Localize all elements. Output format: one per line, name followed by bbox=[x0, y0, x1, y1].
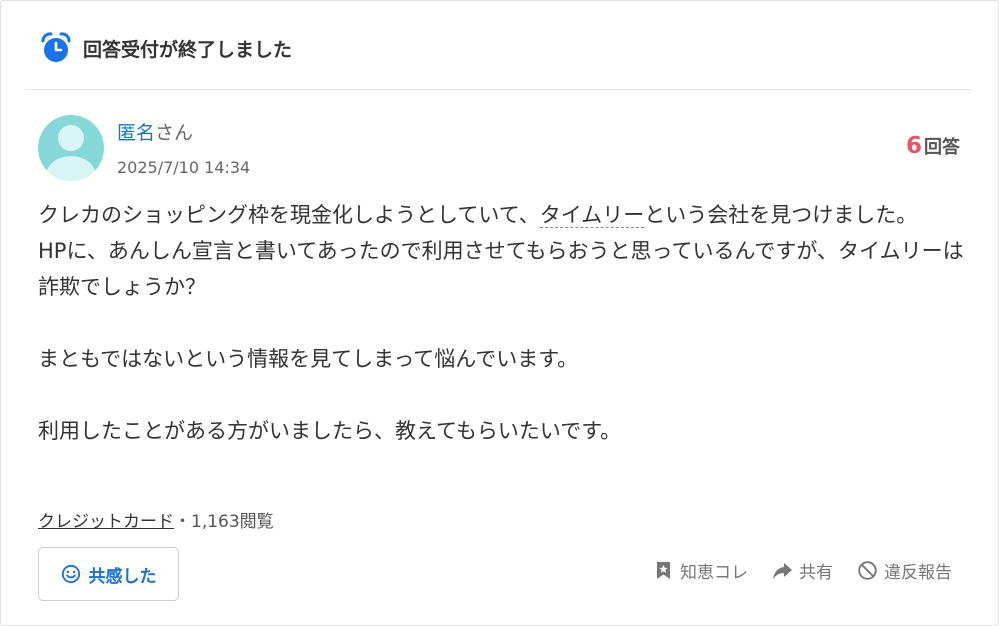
avatar-body bbox=[46, 156, 96, 181]
bookmark-star-icon bbox=[657, 562, 670, 579]
action-bar: 知恵コレ 共有 違反報告 bbox=[629, 558, 952, 583]
question-card: 回答受付が終了しました 匿名さん 2025/7/10 14:34 6 回答 クレ… bbox=[0, 0, 999, 626]
answer-count-number: 6 bbox=[905, 133, 922, 159]
author-name-link[interactable]: 匿名 bbox=[117, 122, 155, 144]
author-suffix: さん bbox=[155, 122, 194, 144]
save-button[interactable]: 知恵コレ bbox=[653, 558, 748, 583]
post-timestamp: 2025/7/10 14:34 bbox=[117, 158, 251, 177]
prohibited-icon bbox=[858, 561, 877, 580]
question-text: クレカのショッピング枠を現金化しようとしていて、 bbox=[38, 203, 540, 227]
question-paragraph: クレカのショッピング枠を現金化しようとしていて、タイムリーという会社を見つけまし… bbox=[38, 197, 968, 233]
alarm-clock-icon bbox=[41, 32, 71, 62]
answer-count[interactable]: 6 回答 bbox=[906, 133, 960, 159]
banner-text: 回答受付が終了しました bbox=[83, 38, 293, 61]
report-button[interactable]: 違反報告 bbox=[857, 558, 952, 583]
question-paragraph: まともではないという情報を見てしまって悩んでいます。 bbox=[38, 347, 579, 371]
avatar bbox=[38, 115, 104, 181]
empathy-button[interactable]: 共感した bbox=[38, 547, 179, 601]
question-paragraph: 利用したことがある方がいましたら、教えてもらいたいです。 bbox=[38, 419, 622, 443]
save-label: 知恵コレ bbox=[680, 563, 748, 583]
divider bbox=[25, 89, 973, 90]
report-label: 違反報告 bbox=[884, 563, 952, 583]
share-label: 共有 bbox=[799, 563, 833, 583]
answer-count-label: 回答 bbox=[924, 137, 960, 158]
question-paragraph: HPに、あんしん宣言と書いてあったので利用させてもらおうと思っているんですが、タ… bbox=[38, 239, 964, 299]
share-arrow-icon bbox=[773, 563, 792, 579]
meta-separator: ・ bbox=[174, 512, 191, 532]
smile-icon bbox=[61, 564, 80, 584]
question-body: クレカのショッピング枠を現金化しようとしていて、タイムリーという会社を見つけまし… bbox=[38, 197, 968, 449]
author-name: 匿名さん bbox=[117, 118, 193, 145]
share-button[interactable]: 共有 bbox=[772, 558, 833, 583]
closed-banner: 回答受付が終了しました bbox=[39, 31, 292, 65]
keyword-link[interactable]: タイムリー bbox=[539, 203, 645, 228]
view-count: 1,163閲覧 bbox=[191, 512, 274, 532]
category-link[interactable]: クレジットカード bbox=[38, 512, 174, 532]
question-meta: クレジットカード・1,163閲覧 bbox=[38, 507, 274, 532]
empathy-label: 共感した bbox=[88, 566, 157, 587]
question-text: という会社を見つけました。 bbox=[644, 203, 918, 227]
avatar-head bbox=[58, 125, 84, 151]
